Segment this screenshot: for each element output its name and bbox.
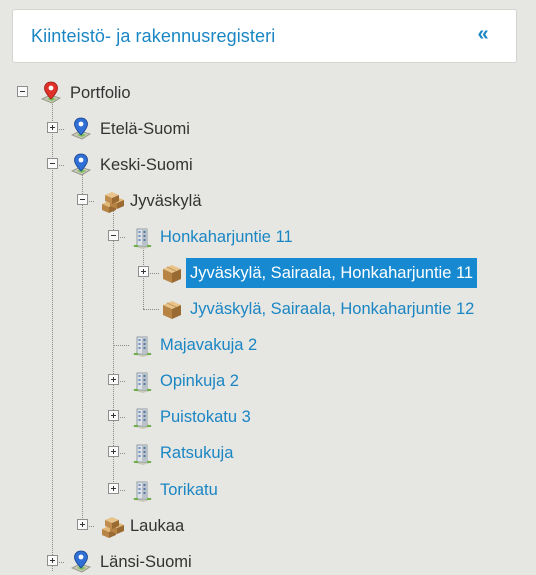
tree-label-etela-suomi[interactable]: Etelä-Suomi [100,116,190,142]
tree-node-puistokatu-3: Puistokatu 3 [0,404,400,430]
boxes-icon [99,513,125,539]
tree-node-honkaharjuntie-11: Honkaharjuntie 11 [0,224,400,250]
tree-node-etela-suomi: Etelä-Suomi [0,116,400,142]
expand-toggle[interactable] [108,410,119,421]
tree-node-majavakuja-2: Majavakuja 2 [0,332,400,358]
tree-node-sairaala-12: Jyväskylä, Sairaala, Honkaharjuntie 12 [0,296,536,322]
tree-node-jyvaskyla: Jyväskylä [0,188,400,214]
building-icon [129,224,155,250]
collapse-toggle[interactable] [47,158,58,169]
boxes-icon [99,188,125,214]
tree-label-lansi-suomi[interactable]: Länsi-Suomi [100,549,192,575]
box-icon [159,296,185,322]
tree-label-majavakuja-2[interactable]: Majavakuja 2 [160,332,257,358]
building-icon [129,368,155,394]
tree-label-ratsukuja[interactable]: Ratsukuja [160,440,233,466]
tree-node-opinkuja-2: Opinkuja 2 [0,368,400,394]
tree-node-ratsukuja: Ratsukuja [0,440,400,466]
collapse-toggle[interactable] [77,194,88,205]
tree-label-puistokatu-3[interactable]: Puistokatu 3 [160,404,251,430]
map-pin-icon [68,116,94,142]
tree-label-honkaharjuntie-11[interactable]: Honkaharjuntie 11 [160,224,293,250]
tree-node-torikatu: Torikatu [0,477,400,503]
tree-node-sairaala-11: Jyväskylä, Sairaala, Honkaharjuntie 11 [0,258,536,288]
box-icon [159,260,185,286]
tree-label-jyvaskyla[interactable]: Jyväskylä [130,188,202,214]
expand-toggle[interactable] [108,374,119,385]
expand-toggle[interactable] [138,266,149,277]
tree-label-keski-suomi[interactable]: Keski-Suomi [100,152,193,178]
tree-node-laukaa: Laukaa [0,513,400,539]
expand-toggle[interactable] [108,483,119,494]
tree-node-portfolio: Portfolio [0,80,400,106]
building-icon [129,477,155,503]
expand-toggle[interactable] [77,519,88,530]
property-tree: Portfolio Etelä-Suomi Keski-Suomi Jyväsk… [0,0,536,575]
tree-label-portfolio[interactable]: Portfolio [70,80,131,106]
tree-label-opinkuja-2[interactable]: Opinkuja 2 [160,368,239,394]
tree-node-keski-suomi: Keski-Suomi [0,152,400,178]
tree-label-sairaala-11[interactable]: Jyväskylä, Sairaala, Honkaharjuntie 11 [186,258,478,288]
collapse-toggle[interactable] [17,86,28,97]
tree-label-laukaa[interactable]: Laukaa [130,513,184,539]
building-icon [129,332,155,358]
building-icon [129,404,155,430]
expand-toggle[interactable] [47,122,58,133]
map-pin-icon [68,152,94,178]
expand-toggle[interactable] [108,446,119,457]
tree-node-lansi-suomi: Länsi-Suomi [0,549,400,575]
tree-label-torikatu[interactable]: Torikatu [160,477,218,503]
map-pin-icon [38,80,64,106]
collapse-toggle[interactable] [108,230,119,241]
building-icon [129,440,155,466]
tree-label-sairaala-12[interactable]: Jyväskylä, Sairaala, Honkaharjuntie 12 [190,296,474,322]
map-pin-icon [68,549,94,575]
expand-toggle[interactable] [47,555,58,566]
